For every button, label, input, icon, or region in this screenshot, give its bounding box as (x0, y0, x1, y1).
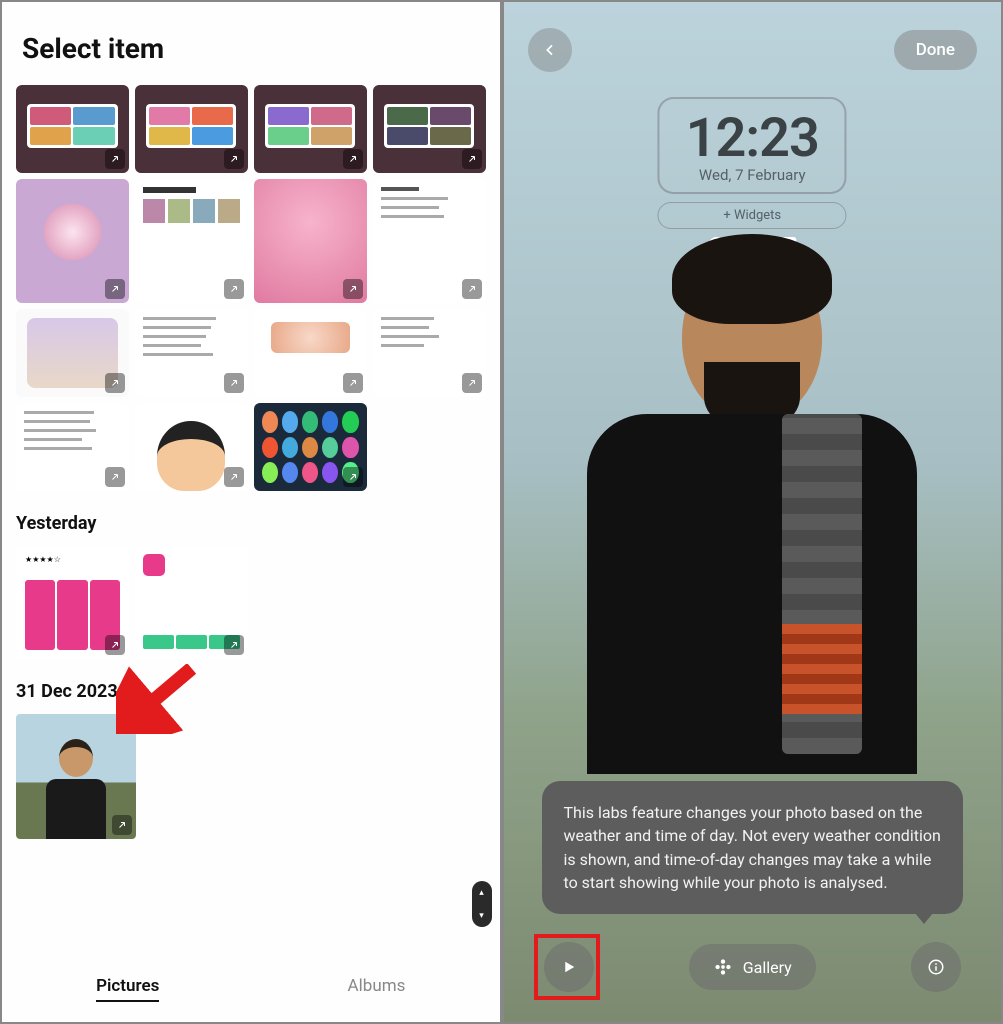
expand-icon (105, 635, 125, 655)
gallery-picker-screen: Select item (2, 2, 500, 1022)
expand-icon (224, 635, 244, 655)
screenshot-thumbnail[interactable] (254, 85, 367, 173)
screenshot-thumbnail[interactable] (16, 85, 129, 173)
done-button[interactable]: Done (894, 30, 977, 70)
add-widgets-button[interactable]: + Widgets (658, 202, 847, 229)
clock-time: 12:23 (686, 107, 819, 170)
clock-widget-stack: 12:23 Wed, 7 February + Widgets (658, 97, 847, 253)
screenshot-thumbnail[interactable] (135, 546, 248, 659)
screenshot-thumbnail[interactable] (373, 179, 486, 303)
expand-icon (224, 279, 244, 299)
screenshot-thumbnail[interactable] (254, 309, 367, 397)
screenshot-thumbnail[interactable] (135, 179, 248, 303)
tab-albums[interactable]: Albums (348, 976, 406, 1002)
chevron-up-icon: ▴ (479, 888, 484, 898)
bottom-tabs: Pictures Albums (2, 960, 500, 1022)
annotation-red-box (534, 934, 600, 1000)
expand-icon (105, 467, 125, 487)
scroll-indicator[interactable]: ▴ ▾ (472, 881, 492, 927)
expand-icon (105, 373, 125, 393)
lockscreen-editor-screen: Done 12:23 Wed, 7 February + Widgets Thi… (504, 2, 1002, 1022)
thumbnail-grid[interactable]: Yesterday ★★★★☆ 31 Dec 2023 (2, 85, 500, 960)
screenshot-thumbnail[interactable] (16, 309, 129, 397)
screenshot-thumbnail[interactable] (135, 403, 248, 491)
screenshot-thumbnail[interactable] (254, 179, 367, 303)
clock-date: Wed, 7 February (686, 166, 819, 184)
flower-icon (713, 957, 733, 977)
back-button[interactable] (528, 28, 572, 72)
info-button[interactable] (911, 942, 961, 992)
expand-icon (105, 279, 125, 299)
expand-icon (462, 279, 482, 299)
page-title: Select item (2, 2, 500, 85)
expand-icon (224, 149, 244, 169)
expand-icon (462, 149, 482, 169)
screenshot-thumbnail[interactable] (16, 179, 129, 303)
section-heading-yesterday: Yesterday (16, 513, 486, 534)
wallpaper-photo-subject (562, 252, 942, 792)
labs-feature-tooltip: This labs feature changes your photo bas… (542, 781, 964, 914)
expand-icon (224, 373, 244, 393)
expand-icon (343, 373, 363, 393)
tab-pictures[interactable]: Pictures (96, 976, 159, 1002)
gallery-label: Gallery (743, 958, 792, 977)
screenshot-thumbnail[interactable]: ★★★★☆ (16, 546, 129, 659)
section-heading-dec31: 31 Dec 2023 (16, 681, 486, 702)
annotation-arrow (116, 664, 206, 734)
screenshot-thumbnail[interactable] (135, 85, 248, 173)
expand-icon (224, 467, 244, 487)
expand-icon (462, 373, 482, 393)
screenshot-thumbnail[interactable] (16, 403, 129, 491)
screenshot-thumbnail[interactable] (373, 85, 486, 173)
expand-icon (112, 815, 132, 835)
clock-widget[interactable]: 12:23 Wed, 7 February (658, 97, 847, 194)
screenshot-thumbnail[interactable] (254, 403, 367, 491)
expand-icon (343, 279, 363, 299)
chevron-left-icon (542, 42, 558, 58)
chevron-down-icon: ▾ (479, 911, 484, 921)
expand-icon (105, 149, 125, 169)
expand-icon (343, 149, 363, 169)
screenshot-thumbnail[interactable] (135, 309, 248, 397)
gallery-button[interactable]: Gallery (689, 944, 816, 990)
expand-icon (343, 467, 363, 487)
info-icon (927, 958, 945, 976)
screenshot-thumbnail[interactable] (373, 309, 486, 397)
